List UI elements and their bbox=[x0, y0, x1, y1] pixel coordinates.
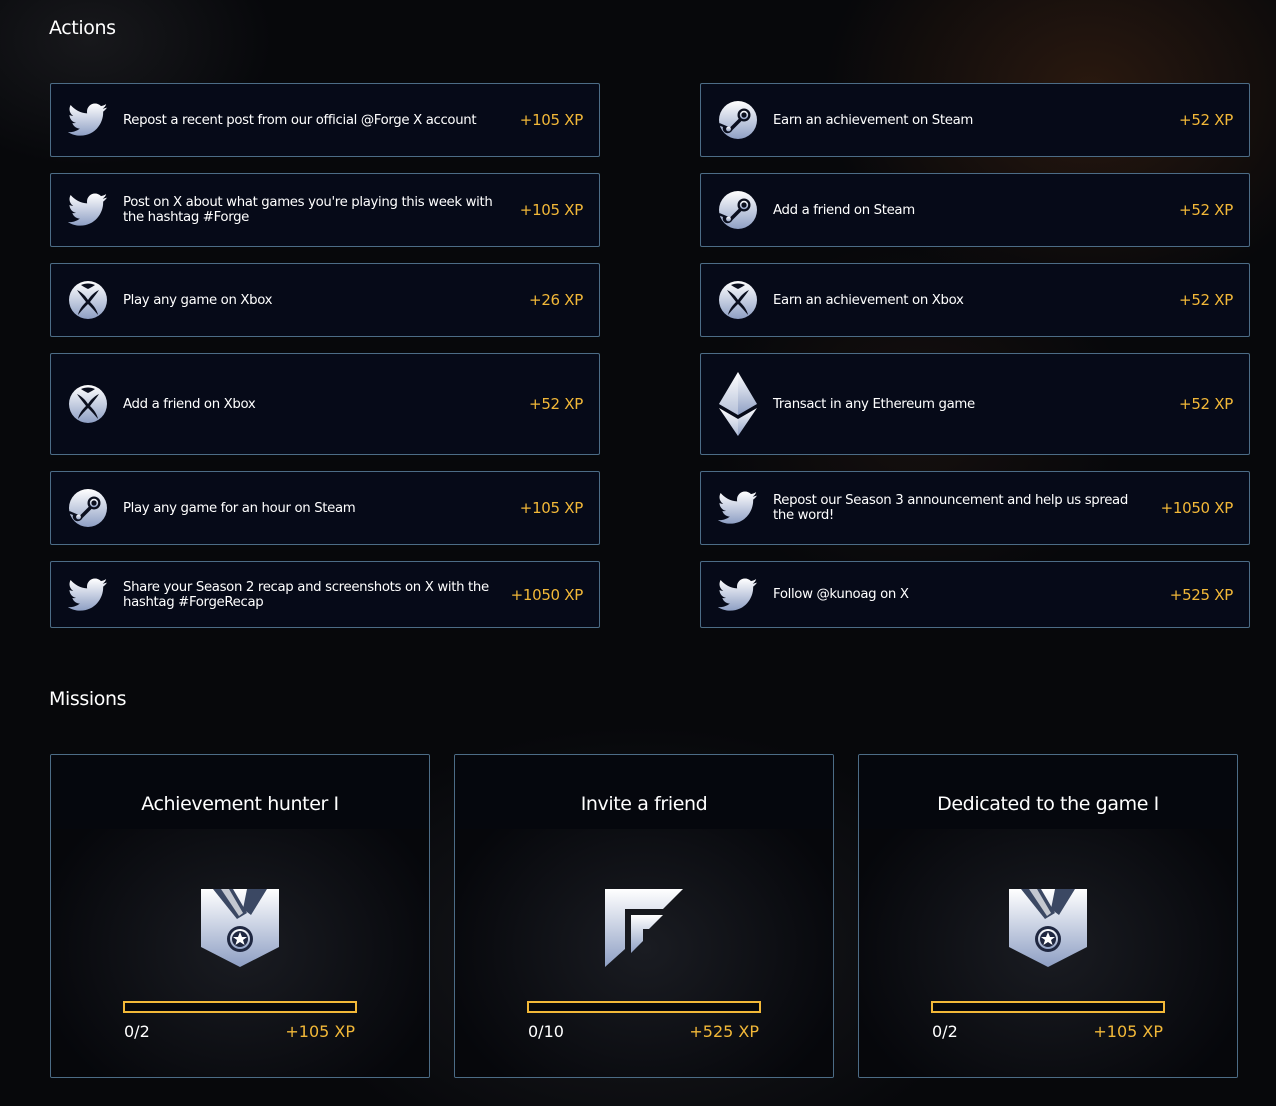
steam-icon bbox=[717, 99, 759, 141]
action-description: Play any game on Xbox bbox=[123, 292, 273, 308]
action-card[interactable]: Play any game on Xbox +26 XP bbox=[50, 263, 600, 337]
action-card[interactable]: Repost a recent post from our official @… bbox=[50, 83, 600, 157]
action-description: Transact in any Ethereum game bbox=[773, 396, 975, 412]
steam-icon bbox=[717, 189, 759, 231]
mission-progress-count: 0/2 bbox=[124, 1022, 150, 1041]
steam-icon bbox=[67, 487, 109, 529]
action-description: Add a friend on Xbox bbox=[123, 396, 256, 412]
medal-icon bbox=[199, 887, 281, 969]
missions-heading: Missions bbox=[49, 688, 127, 710]
actions-heading: Actions bbox=[49, 17, 116, 39]
action-xp-reward: +52 XP bbox=[1179, 111, 1233, 129]
forge-logo-icon bbox=[603, 887, 685, 969]
mission-card[interactable]: Invite a friend 0/10 +525 XP bbox=[454, 754, 834, 1078]
xbox-icon bbox=[67, 279, 109, 321]
action-xp-reward: +105 XP bbox=[519, 499, 584, 517]
twitter-icon bbox=[67, 574, 109, 616]
mission-progress-bar bbox=[931, 1001, 1165, 1013]
action-description: Play any game for an hour on Steam bbox=[123, 500, 356, 516]
action-description: Add a friend on Steam bbox=[773, 202, 915, 218]
mission-title: Dedicated to the game I bbox=[859, 755, 1237, 829]
twitter-icon bbox=[717, 574, 759, 616]
action-xp-reward: +52 XP bbox=[1179, 395, 1233, 413]
medal-icon bbox=[1007, 887, 1089, 969]
action-xp-reward: +1050 XP bbox=[1160, 499, 1234, 517]
action-card[interactable]: Repost our Season 3 announcement and hel… bbox=[700, 471, 1250, 545]
twitter-icon bbox=[717, 487, 759, 529]
action-description: Follow @kunoag on X bbox=[773, 587, 909, 602]
mission-xp-reward: +525 XP bbox=[689, 1022, 759, 1041]
twitter-icon bbox=[67, 99, 109, 141]
action-xp-reward: +52 XP bbox=[1179, 291, 1233, 309]
action-card[interactable]: Share your Season 2 recap and screenshot… bbox=[50, 561, 600, 628]
mission-card[interactable]: Dedicated to the game I 0/2 +105 XP bbox=[858, 754, 1238, 1078]
twitter-icon bbox=[67, 189, 109, 231]
action-description: Earn an achievement on Xbox bbox=[773, 292, 964, 308]
action-xp-reward: +105 XP bbox=[519, 111, 584, 129]
mission-progress-count: 0/2 bbox=[932, 1022, 958, 1041]
mission-progress-count: 0/10 bbox=[528, 1022, 564, 1041]
ethereum-icon bbox=[717, 372, 759, 436]
mission-title: Achievement hunter I bbox=[51, 755, 429, 829]
action-description: Share your Season 2 recap and screenshot… bbox=[123, 579, 489, 610]
mission-progress-bar bbox=[123, 1001, 357, 1013]
mission-card[interactable]: Achievement hunter I 0/2 +105 XP bbox=[50, 754, 430, 1078]
mission-title: Invite a friend bbox=[455, 755, 833, 829]
action-card[interactable]: Earn an achievement on Xbox +52 XP bbox=[700, 263, 1250, 337]
action-description: Repost our Season 3 announcement and hel… bbox=[773, 493, 1128, 523]
action-card[interactable]: Play any game for an hour on Steam +105 … bbox=[50, 471, 600, 545]
action-xp-reward: +105 XP bbox=[519, 201, 584, 219]
mission-xp-reward: +105 XP bbox=[285, 1022, 355, 1041]
action-card[interactable]: Add a friend on Xbox +52 XP bbox=[50, 353, 600, 455]
action-xp-reward: +52 XP bbox=[529, 395, 583, 413]
action-description: Post on X about what games you're playin… bbox=[123, 195, 493, 225]
action-card[interactable]: Follow @kunoag on X +525 XP bbox=[700, 561, 1250, 628]
mission-progress-bar bbox=[527, 1001, 761, 1013]
action-xp-reward: +1050 XP bbox=[510, 585, 584, 604]
action-card[interactable]: Transact in any Ethereum game +52 XP bbox=[700, 353, 1250, 455]
action-description: Earn an achievement on Steam bbox=[773, 112, 973, 128]
action-xp-reward: +26 XP bbox=[529, 291, 583, 309]
xbox-icon bbox=[717, 279, 759, 321]
action-xp-reward: +525 XP bbox=[1169, 585, 1234, 604]
xbox-icon bbox=[67, 383, 109, 425]
action-card[interactable]: Earn an achievement on Steam +52 XP bbox=[700, 83, 1250, 157]
action-card[interactable]: Add a friend on Steam +52 XP bbox=[700, 173, 1250, 247]
action-description: Repost a recent post from our official @… bbox=[123, 112, 477, 128]
action-xp-reward: +52 XP bbox=[1179, 201, 1233, 219]
action-card[interactable]: Post on X about what games you're playin… bbox=[50, 173, 600, 247]
mission-xp-reward: +105 XP bbox=[1093, 1022, 1163, 1041]
